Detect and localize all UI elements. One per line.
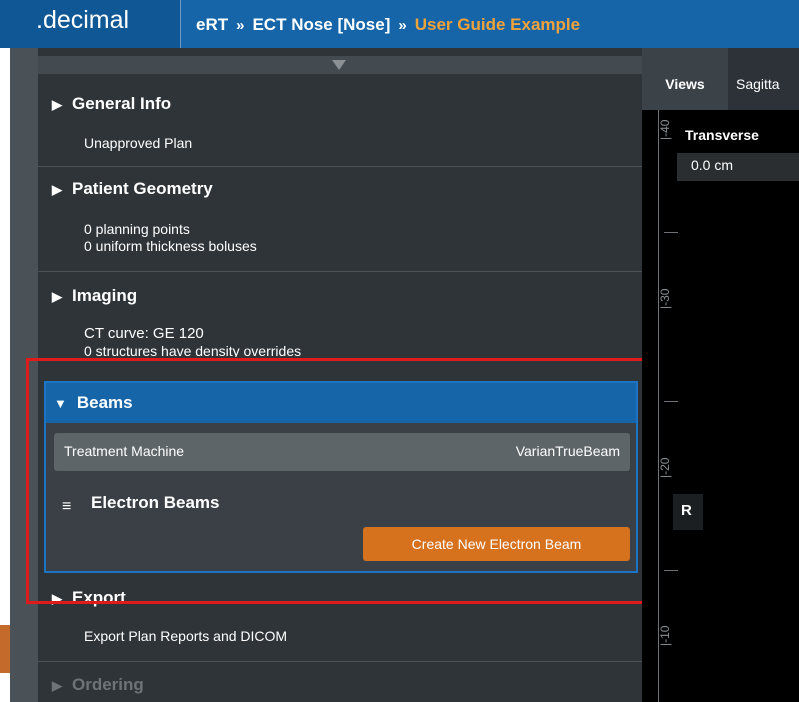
breadcrumb-separator: » xyxy=(236,17,245,34)
section-title: Imaging xyxy=(72,286,138,305)
ruler-label: |-10 xyxy=(658,625,672,646)
tab-sagittal[interactable]: Sagitta xyxy=(728,48,799,110)
treatment-machine-value: VarianTrueBeam xyxy=(515,443,620,459)
section-divider xyxy=(38,166,642,167)
app-logo[interactable]: .decimal xyxy=(0,0,180,48)
section-imaging[interactable]: ▶ Imaging xyxy=(52,286,137,306)
section-beams[interactable]: ▼ Beams xyxy=(54,393,133,413)
density-overrides-text: 0 structures have density overrides xyxy=(84,343,302,357)
list-icon: ≡ xyxy=(62,498,72,515)
triangle-right-icon: ▶ xyxy=(52,289,62,304)
section-title: Beams xyxy=(76,393,133,412)
section-title: Patient Geometry xyxy=(72,179,213,198)
vertical-ruler xyxy=(658,110,659,702)
triangle-right-icon: ▶ xyxy=(52,678,62,693)
section-title: Ordering xyxy=(72,675,144,694)
app-window: .decimal eRT » ECT Nose [Nose] » User Guide … xyxy=(0,0,799,702)
electron-beams-title: Electron Beams xyxy=(91,493,220,512)
view-name: Transverse xyxy=(685,127,759,143)
left-edge xyxy=(0,48,10,702)
side-rail-accent xyxy=(0,625,10,673)
ruler-tick xyxy=(664,401,678,402)
section-divider xyxy=(38,661,642,662)
treatment-machine-label: Treatment Machine xyxy=(64,443,185,459)
planning-points-text: 0 planning points xyxy=(84,221,190,237)
section-title: Export xyxy=(72,588,126,607)
ruler-tick xyxy=(664,232,678,233)
section-title: General Info xyxy=(72,94,172,113)
section-divider xyxy=(38,271,642,272)
breadcrumb: eRT » ECT Nose [Nose] » User Guide Example xyxy=(196,0,580,48)
side-rail xyxy=(10,48,38,702)
section-patient-geometry[interactable]: ▶ Patient Geometry xyxy=(52,179,213,199)
triangle-right-icon: ▶ xyxy=(52,97,62,112)
image-viewer[interactable] xyxy=(642,48,799,702)
ruler-tick xyxy=(664,570,678,571)
breadcrumb-separator: » xyxy=(398,17,407,34)
section-export[interactable]: ▶ Export xyxy=(52,588,126,608)
breadcrumb-patient[interactable]: ECT Nose [Nose] xyxy=(252,15,390,34)
slice-depth: 0.0 cm xyxy=(691,157,734,173)
ruler-label: |-20 xyxy=(658,457,672,478)
beams-header[interactable] xyxy=(46,383,636,423)
export-description: Export Plan Reports and DICOM xyxy=(84,628,288,644)
section-ordering[interactable]: ▶ Ordering xyxy=(52,675,144,695)
boluses-text: 0 uniform thickness boluses xyxy=(84,238,257,254)
tab-views[interactable]: Views xyxy=(642,48,728,110)
breadcrumb-ert[interactable]: eRT xyxy=(196,15,228,34)
ct-curve-text: CT curve: GE 120 xyxy=(84,325,204,342)
scroll-up-icon xyxy=(332,60,346,70)
triangle-right-icon: ▶ xyxy=(52,591,62,606)
create-electron-beam-button[interactable]: Create New Electron Beam xyxy=(363,527,630,561)
general-info-status: Unapproved Plan xyxy=(84,135,193,151)
ruler-label: |-30 xyxy=(658,288,672,309)
triangle-down-icon: ▼ xyxy=(54,396,67,411)
ruler-label: |-40 xyxy=(658,119,672,140)
breadcrumb-plan: User Guide Example xyxy=(414,15,581,34)
logo-divider xyxy=(180,0,181,48)
triangle-right-icon: ▶ xyxy=(52,182,62,197)
orientation-marker: R xyxy=(681,502,692,519)
section-general-info[interactable]: ▶ General Info xyxy=(52,94,171,114)
